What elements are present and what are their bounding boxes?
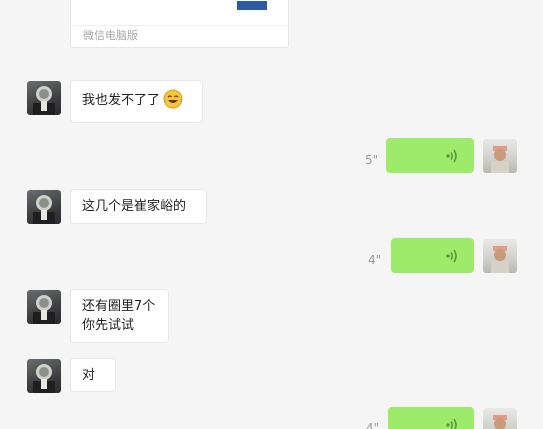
link-card-thumbnail: [237, 1, 267, 10]
contact-avatar[interactable]: [27, 190, 61, 224]
link-card-divider: [71, 25, 288, 26]
message-bubble[interactable]: 还有圈里7个 你先试试: [70, 289, 169, 343]
link-card[interactable]: 微信电脑版: [70, 0, 289, 48]
contact-avatar[interactable]: [27, 81, 61, 115]
self-avatar[interactable]: [483, 139, 517, 173]
chat-message-list: 微信电脑版 我也发不了了 5" 这几个是崔家峪的 4" 还有圈里7个 你先试试: [0, 0, 543, 429]
voice-message-bubble[interactable]: [386, 138, 474, 173]
voice-wave-icon: [446, 149, 457, 163]
voice-wave-icon: [446, 418, 457, 429]
message-text-line: 还有圈里7个: [82, 299, 156, 314]
message-text-line: 你先试试: [82, 318, 135, 333]
message-text: 这几个是崔家峪的: [82, 199, 187, 214]
voice-message-bubble[interactable]: [388, 407, 474, 429]
contact-avatar[interactable]: [27, 290, 61, 324]
link-card-source: 微信电脑版: [83, 29, 138, 42]
voice-duration: 4": [366, 421, 380, 429]
voice-message-bubble[interactable]: [391, 238, 474, 273]
voice-duration: 5": [365, 153, 379, 167]
voice-duration: 4": [368, 253, 382, 267]
contact-avatar[interactable]: [27, 359, 61, 393]
message-text: 我也发不了了: [82, 93, 161, 108]
message-text: 对: [82, 368, 96, 383]
self-avatar[interactable]: [483, 408, 517, 429]
message-bubble[interactable]: 我也发不了了: [70, 80, 203, 123]
message-bubble[interactable]: 这几个是崔家峪的: [70, 189, 207, 224]
message-bubble[interactable]: 对: [70, 358, 116, 392]
laughing-tears-emoji-icon: [163, 89, 183, 109]
voice-wave-icon: [446, 249, 457, 263]
self-avatar[interactable]: [483, 239, 517, 273]
